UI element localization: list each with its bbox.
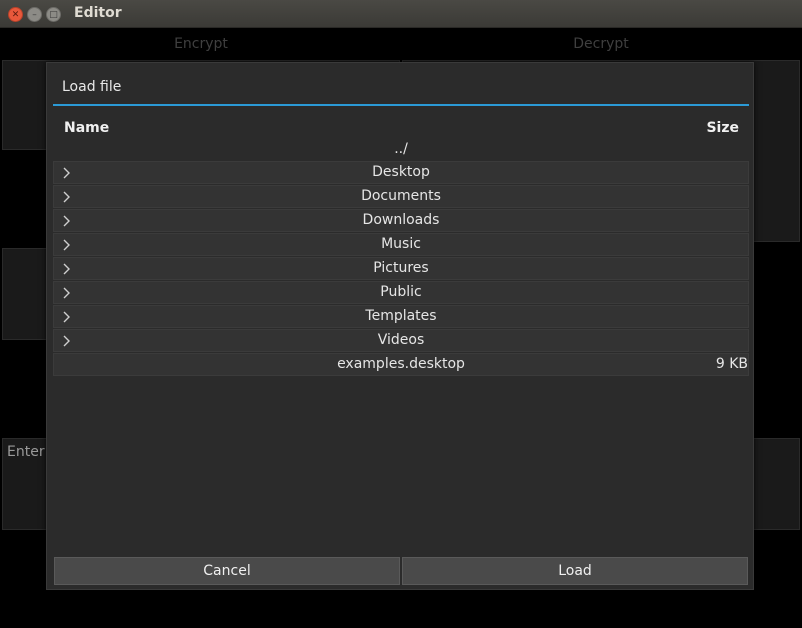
folder-name: Pictures (373, 260, 429, 276)
dialog-title-underline (53, 104, 749, 106)
folder-name: Public (380, 284, 422, 300)
folder-name: Videos (377, 332, 425, 348)
folder-name: Downloads (362, 212, 440, 228)
minimize-window-button[interactable]: – (27, 7, 42, 22)
load-file-dialog: Load file Name Size ../ Desktop Document… (46, 62, 754, 590)
column-header-size[interactable]: Size (706, 120, 739, 136)
folder-row-desktop[interactable]: Desktop (53, 161, 749, 184)
minimize-icon: – (32, 10, 37, 20)
maximize-icon: □ (49, 10, 58, 20)
folder-row-public[interactable]: Public (53, 281, 749, 304)
file-row-examples-desktop[interactable]: examples.desktop 9 KB (53, 353, 749, 376)
folder-name: Music (381, 236, 421, 252)
parent-directory-row[interactable]: ../ (53, 139, 749, 162)
folder-row-templates[interactable]: Templates (53, 305, 749, 328)
folder-row-downloads[interactable]: Downloads (53, 209, 749, 232)
folder-row-videos[interactable]: Videos (53, 329, 749, 352)
tab-encrypt[interactable]: Encrypt (2, 30, 400, 58)
folder-row-documents[interactable]: Documents (53, 185, 749, 208)
file-size: 9 KB (715, 356, 748, 372)
window-titlebar: ✕ – □ Editor (0, 0, 802, 28)
folder-name: Templates (365, 308, 437, 324)
enter-label: Enter (7, 444, 45, 460)
parent-directory-label: ../ (394, 141, 408, 157)
close-window-button[interactable]: ✕ (8, 7, 23, 22)
folder-row-pictures[interactable]: Pictures (53, 257, 749, 280)
file-name: examples.desktop (337, 356, 465, 372)
folder-row-music[interactable]: Music (53, 233, 749, 256)
folder-name: Documents (361, 188, 441, 204)
close-icon: ✕ (11, 10, 20, 20)
tab-decrypt[interactable]: Decrypt (402, 30, 800, 58)
folder-name: Desktop (372, 164, 430, 180)
window-title: Editor (74, 5, 122, 21)
column-header-name[interactable]: Name (64, 120, 109, 136)
maximize-window-button[interactable]: □ (46, 7, 61, 22)
cancel-button[interactable]: Cancel (54, 557, 400, 585)
load-button[interactable]: Load (402, 557, 748, 585)
dialog-title: Load file (62, 79, 122, 95)
